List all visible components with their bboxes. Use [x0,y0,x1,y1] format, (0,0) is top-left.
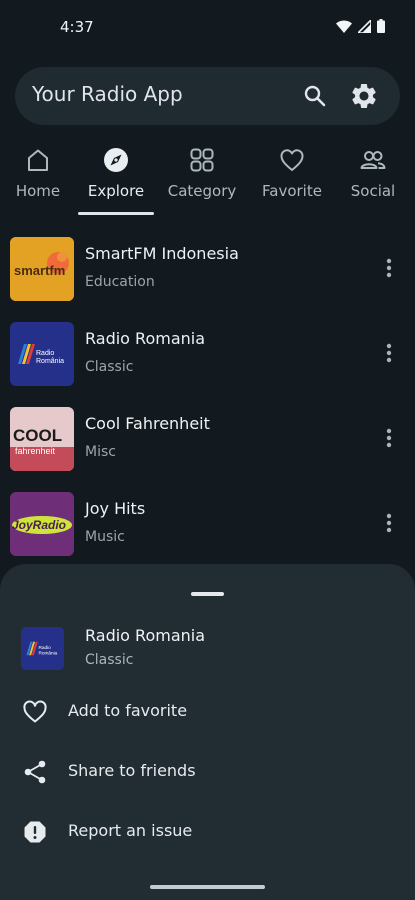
add-to-favorite-button[interactable]: Add to favorite [0,687,415,737]
report-icon [24,821,46,843]
tab-social[interactable]: Social [345,142,401,216]
sheet-station-genre: Classic [85,652,134,668]
svg-text:România: România [36,358,64,365]
search-bar[interactable]: Your Radio App [15,67,400,125]
tab-bar: Home Explore Category Favorite Social [0,142,415,216]
sheet-station-name: Radio Romania [85,626,206,645]
svg-text:Radio: Radio [38,645,51,650]
tab-home-label: Home [15,182,61,200]
heart-outline-icon [23,700,47,723]
list-item[interactable]: smartfm SmartFM Indonesia Education [0,236,415,302]
drag-handle[interactable] [191,592,224,596]
report-issue-label: Report an issue [68,821,193,840]
station-logo-radio-romania: Radio România [10,322,74,386]
search-icon[interactable] [301,82,329,110]
station-genre: Education [85,274,155,290]
svg-text:smartfm: smartfm [14,263,65,278]
station-logo-joy-hits: JoyRadio [10,492,74,556]
battery-icon [377,19,385,33]
share-to-friends-button[interactable]: Share to friends [0,747,415,797]
more-vert-icon[interactable] [379,341,399,365]
share-to-friends-label: Share to friends [68,761,196,780]
station-name: Joy Hits [85,499,146,518]
tab-explore[interactable]: Explore [80,142,152,216]
more-vert-icon[interactable] [379,426,399,450]
grid-icon [190,148,214,172]
app-title: Your Radio App [32,82,183,106]
list-item[interactable]: Radio România Radio Romania Classic [0,321,415,387]
svg-text:Radio: Radio [36,350,54,357]
svg-text:România: România [38,651,57,656]
more-vert-icon[interactable] [379,511,399,535]
tab-explore-label: Explore [87,182,145,200]
bottom-sheet: Radio România Radio Romania Classic Add … [0,564,415,900]
tab-favorite[interactable]: Favorite [257,142,327,216]
list-item[interactable]: COOL fahrenheit Cool Fahrenheit Misc [0,406,415,472]
more-vert-icon[interactable] [379,256,399,280]
home-indicator[interactable] [150,885,265,889]
tab-social-label: Social [350,182,396,200]
signal-icon [358,19,371,33]
station-genre: Music [85,529,125,545]
heart-icon [280,149,304,171]
station-logo-cool-fahrenheit: COOL fahrenheit [10,407,74,471]
wifi-icon [336,19,352,33]
status-icons [336,19,385,33]
station-name: SmartFM Indonesia [85,244,239,263]
tab-favorite-label: Favorite [262,182,322,200]
svg-text:COOL: COOL [13,426,62,445]
gear-icon[interactable] [349,81,379,111]
station-name: Radio Romania [85,329,206,348]
people-icon [360,151,386,169]
station-genre: Classic [85,359,134,375]
compass-icon [104,148,128,172]
station-genre: Misc [85,444,116,460]
station-name: Cool Fahrenheit [85,414,210,433]
list-item[interactable]: JoyRadio Joy Hits Music [0,491,415,557]
report-issue-button[interactable]: Report an issue [0,807,415,857]
tab-category[interactable]: Category [164,142,240,216]
station-logo-smartfm: smartfm [10,237,74,301]
svg-text:JoyRadio: JoyRadio [12,518,66,532]
tab-category-label: Category [167,182,237,200]
add-to-favorite-label: Add to favorite [68,701,188,720]
sheet-station-logo: Radio România [21,627,64,670]
status-time: 4:37 [60,18,94,36]
tab-home[interactable]: Home [10,142,66,216]
status-bar: 4:37 [0,0,415,56]
active-tab-indicator [78,212,154,215]
share-icon [24,760,46,784]
home-icon [28,149,48,171]
svg-text:fahrenheit: fahrenheit [15,446,56,456]
